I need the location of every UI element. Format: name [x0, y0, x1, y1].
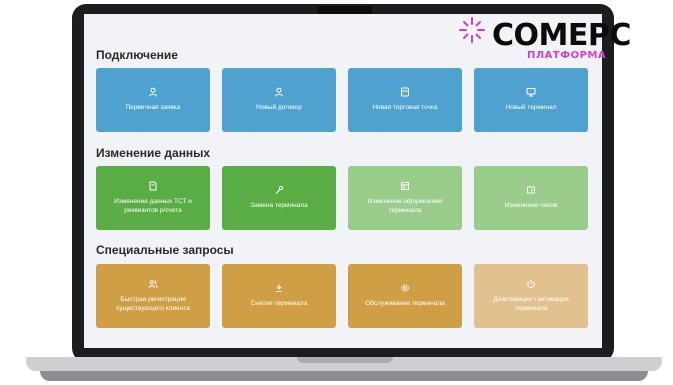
calculator-icon: [401, 87, 409, 97]
remove-icon: [276, 284, 282, 293]
tile-label: Снятие терминала: [250, 300, 308, 308]
tile-remove-terminal[interactable]: Снятие терминала: [222, 264, 336, 328]
tile-label: Новый терминал: [505, 104, 557, 112]
tile-new-terminal[interactable]: Новый терминал: [474, 68, 588, 132]
tile-replace-terminal[interactable]: Замена терминала: [222, 166, 336, 230]
users-icon: [148, 279, 158, 288]
user-icon: [149, 87, 157, 97]
tile-label: Новый договор: [256, 104, 302, 112]
power-icon: [527, 279, 535, 288]
tile-label: Замена терминала: [250, 202, 308, 210]
laptop-base-bottom: [40, 371, 648, 381]
layout-icon: [401, 181, 409, 190]
section-title-special-requests: Специальные запросы: [96, 243, 234, 257]
section-title-data-change: Изменение данных: [96, 146, 211, 160]
tile-label: Обслуживание терминала: [365, 300, 445, 308]
tile-new-contract[interactable]: Новый договор: [222, 68, 336, 132]
tile-label: Изменение чеков: [504, 202, 558, 210]
tile-change-receipts[interactable]: Изменение чеков: [474, 166, 588, 230]
brand-subtitle: ПЛАТФОРМА: [527, 50, 607, 61]
laptop-hinge-notch: [297, 357, 393, 363]
tile-label: Новая торговая точка: [372, 104, 438, 112]
document-icon: [149, 181, 157, 191]
tile-label: Изменение данных ТСТ и реквизитов р/счет…: [114, 197, 192, 214]
monitor-icon: [526, 88, 536, 97]
tile-label: Деактивация \ активация терминала: [493, 295, 569, 312]
tile-change-terminal-design[interactable]: Изменение оформления терминала: [348, 166, 462, 230]
receipt-icon: [527, 186, 535, 194]
wrench-icon: [275, 186, 284, 195]
tile-label: Изменение оформления терминала: [367, 197, 443, 214]
tile-change-tst-data[interactable]: Изменение данных ТСТ и реквизитов р/счет…: [96, 166, 210, 230]
tile-label: Первичная заявка: [125, 104, 181, 112]
brand-name: COMEPC: [492, 18, 631, 53]
tile-quick-registration[interactable]: Быстрая регистрация существующего клиент…: [96, 264, 210, 328]
sparkle-icon: [459, 17, 485, 43]
user-icon: [275, 87, 283, 97]
tile-new-outlet[interactable]: Новая торговая точка: [348, 68, 462, 132]
tile-label: Быстрая регистрация существующего клиент…: [116, 295, 190, 312]
section-title-connection: Подключение: [96, 48, 178, 62]
tile-primary-request[interactable]: Первичная заявка: [96, 68, 210, 132]
tile-deactivate-activate-terminal[interactable]: Деактивация \ активация терминала: [474, 264, 588, 328]
gear-icon: [401, 284, 409, 293]
tile-terminal-service[interactable]: Обслуживание терминала: [348, 264, 462, 328]
